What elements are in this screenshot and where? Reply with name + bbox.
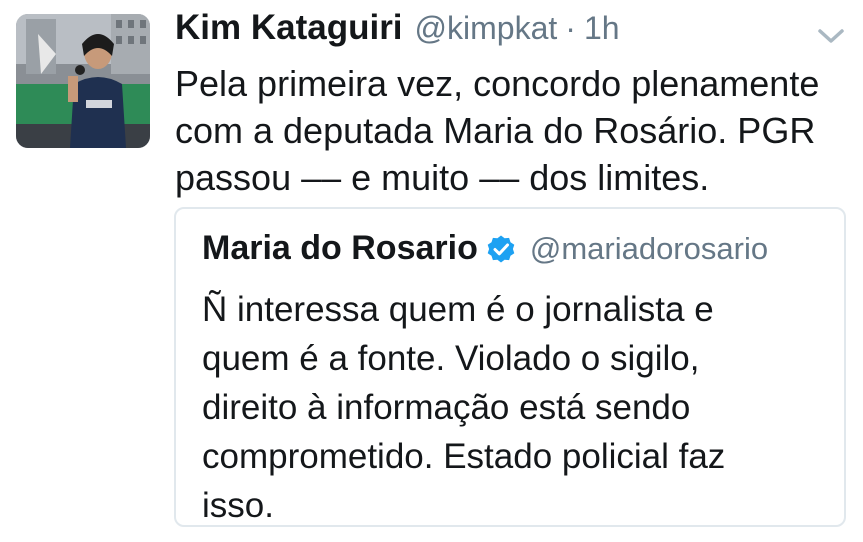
avatar-photo: [16, 14, 150, 148]
quoted-text-line: quem é a fonte. Violado o sigilo,: [202, 339, 700, 378]
author-handle[interactable]: @kimpkat: [415, 10, 558, 47]
quoted-text-line: direito à informação está sendo: [202, 388, 691, 427]
author-name[interactable]: Kim Kataguiri: [175, 8, 403, 48]
verified-badge-icon: [487, 235, 515, 262]
tweet-text: Pela primeira vez, concordo plenamente c…: [175, 60, 855, 201]
quoted-tweet-header: Maria do Rosario @mariadorosario: [202, 229, 768, 268]
quoted-text-line: comprometido. Estado policial faz: [202, 437, 726, 476]
tweet-text-line: passou –– e muito –– dos limites.: [175, 157, 710, 198]
tweet-timestamp[interactable]: 1h: [584, 10, 620, 47]
tweet-text-line: com a deputada Maria do Rosário. PGR: [175, 110, 816, 151]
header-separator: ·: [565, 10, 576, 46]
quoted-tweet[interactable]: Maria do Rosario @mariadorosario Ñ inter…: [174, 207, 846, 527]
quoted-text-line: isso.: [202, 486, 274, 525]
chevron-down-icon[interactable]: [816, 24, 846, 48]
author-avatar[interactable]: [16, 14, 150, 148]
tweet-text-line: Pela primeira vez, concordo plenamente: [175, 63, 820, 104]
tweet: Kim Kataguiri @kimpkat · 1h Pela primeir…: [0, 0, 863, 542]
quoted-tweet-text: Ñ interessa quem é o jornalista e quem é…: [202, 285, 725, 530]
tweet-header: Kim Kataguiri @kimpkat · 1h: [175, 8, 620, 56]
quoted-author-name[interactable]: Maria do Rosario: [202, 229, 478, 268]
quoted-text-line: Ñ interessa quem é o jornalista e: [202, 290, 714, 329]
quoted-author-handle[interactable]: @mariadorosario: [530, 231, 768, 267]
